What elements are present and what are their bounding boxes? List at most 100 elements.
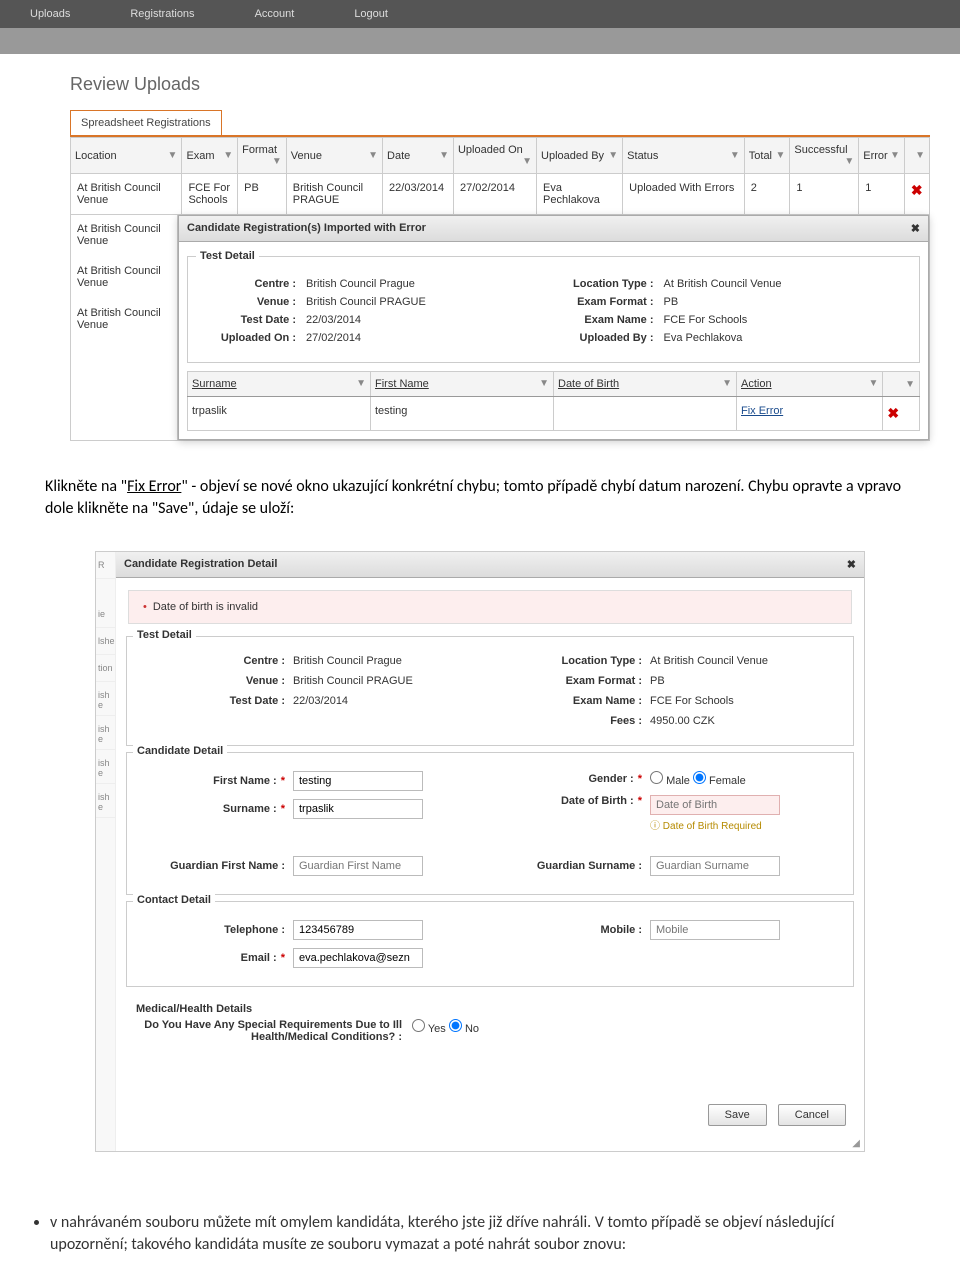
value-uploaded-on: 27/02/2014 <box>306 332 554 344</box>
label-uploaded-by: Uploaded By : <box>554 332 664 344</box>
filter-icon[interactable]: ▼ <box>730 150 740 161</box>
fieldset-test-detail: Test Detail <box>133 629 196 641</box>
label-centre: Centre : <box>196 278 306 290</box>
filter-icon[interactable]: ▼ <box>539 378 549 389</box>
label-surname: Surname : <box>223 803 277 815</box>
col-date[interactable]: Date▼ <box>383 138 454 174</box>
close-icon[interactable]: ✖ <box>847 558 856 571</box>
fieldset-contact-detail: Contact Detail <box>133 894 215 906</box>
table-row[interactable]: At British Council Venue At British Coun… <box>71 215 930 441</box>
col-location[interactable]: Location▼ <box>71 138 182 174</box>
filter-icon[interactable]: ▼ <box>223 150 233 161</box>
cancel-button[interactable]: Cancel <box>778 1104 846 1126</box>
cell-error: 1 <box>859 174 905 215</box>
fix-error-link[interactable]: Fix Error <box>741 405 783 417</box>
filter-icon[interactable]: ▼ <box>368 150 378 161</box>
email-input[interactable] <box>293 948 423 968</box>
col-format[interactable]: Format▼ <box>238 138 287 174</box>
value-exam-format: PB <box>650 675 665 687</box>
value-exam-name: FCE For Schools <box>664 314 912 326</box>
value-exam-name: FCE For Schools <box>650 695 734 707</box>
label-email: Email : <box>241 952 277 964</box>
filter-icon[interactable]: ▼ <box>890 150 900 161</box>
filter-icon[interactable]: ▼ <box>356 378 366 389</box>
label-exam-name: Exam Name : <box>554 314 664 326</box>
instruction-text: Klikněte na "Fix Error" - objeví se nové… <box>0 441 960 551</box>
cell-date: 22/03/2014 <box>383 174 454 215</box>
col-total[interactable]: Total▼ <box>744 138 790 174</box>
gender-female-radio[interactable] <box>693 771 706 784</box>
mobile-input[interactable] <box>650 920 780 940</box>
resize-grip-icon[interactable]: ◢ <box>116 1138 864 1151</box>
col-first-name[interactable]: First Name <box>375 378 429 390</box>
cell-location: At British Council Venue <box>77 223 171 247</box>
value-fees: 4950.00 CZK <box>650 715 715 727</box>
col-uploaded-by[interactable]: Uploaded By▼ <box>537 138 623 174</box>
tab-spreadsheet-registrations[interactable]: Spreadsheet Registrations <box>70 110 222 135</box>
col-uploaded-on[interactable]: Uploaded On▼ <box>453 138 536 174</box>
filter-icon[interactable]: ▼ <box>272 156 282 167</box>
cell-status: Uploaded With Errors <box>623 174 745 215</box>
fieldset-test-detail: Test Detail <box>196 250 259 262</box>
filter-icon[interactable]: ▼ <box>439 150 449 161</box>
close-icon[interactable]: ✖ <box>911 222 920 235</box>
uploads-grid: Location▼ Exam▼ Format▼ Venue▼ Date▼ Upl… <box>70 137 930 441</box>
filter-icon[interactable]: ▼ <box>905 379 915 390</box>
cell-dob <box>554 397 737 431</box>
label-medical-question: Do You Have Any Special Requirements Due… <box>132 1019 412 1043</box>
delete-icon[interactable]: ✖ <box>887 405 899 421</box>
medical-yes-radio[interactable] <box>412 1019 425 1032</box>
cell-total: 2 <box>744 174 790 215</box>
col-action[interactable]: Action <box>741 378 772 390</box>
filter-icon[interactable]: ▼ <box>915 150 925 161</box>
top-nav: Uploads Registrations Account Logout <box>0 0 960 28</box>
filter-icon[interactable]: ▼ <box>168 150 178 161</box>
col-surname[interactable]: Surname <box>192 378 237 390</box>
filter-icon[interactable]: ▼ <box>844 156 854 167</box>
cell-first-name: testing <box>371 397 554 431</box>
label-location-type: Location Type : <box>554 278 664 290</box>
col-action[interactable]: ▼ <box>904 138 929 174</box>
cell-uploaded-by: Eva Pechlakova <box>537 174 623 215</box>
modal-header: Candidate Registration(s) Imported with … <box>179 216 928 242</box>
save-button[interactable]: Save <box>708 1104 767 1126</box>
label-guardian-first: Guardian First Name : <box>133 860 293 872</box>
filter-icon[interactable]: ▼ <box>608 150 618 161</box>
col-status[interactable]: Status▼ <box>623 138 745 174</box>
label-test-date: Test Date : <box>133 695 293 707</box>
col-dob[interactable]: Date of Birth <box>558 378 619 390</box>
table-row[interactable]: trpaslik testing Fix Error ✖ <box>188 397 920 431</box>
table-row[interactable]: At British Council Venue FCE For Schools… <box>71 174 930 215</box>
filter-icon[interactable]: ▼ <box>868 378 878 389</box>
label-guardian-surname: Guardian Surname : <box>490 860 650 872</box>
value-location-type: At British Council Venue <box>664 278 912 290</box>
col-successful[interactable]: Successful▼ <box>790 138 859 174</box>
modal-title: Candidate Registration(s) Imported with … <box>187 222 426 235</box>
dob-input[interactable] <box>650 795 780 815</box>
col-exam[interactable]: Exam▼ <box>182 138 238 174</box>
filter-icon[interactable]: ▼ <box>722 378 732 389</box>
surname-input[interactable] <box>293 799 423 819</box>
value-venue: British Council PRAGUE <box>293 675 413 687</box>
telephone-input[interactable] <box>293 920 423 940</box>
nav-account[interactable]: Account <box>225 8 325 20</box>
filter-icon[interactable]: ▼ <box>522 156 532 167</box>
gender-male-radio[interactable] <box>650 771 663 784</box>
first-name-input[interactable] <box>293 771 423 791</box>
cell-exam: FCE For Schools <box>182 174 238 215</box>
filter-icon[interactable]: ▼ <box>775 150 785 161</box>
cell-venue: British Council PRAGUE <box>286 174 382 215</box>
col-venue[interactable]: Venue▼ <box>286 138 382 174</box>
medical-no-radio[interactable] <box>449 1019 462 1032</box>
nav-registrations[interactable]: Registrations <box>100 8 224 20</box>
col-error[interactable]: Error▼ <box>859 138 905 174</box>
nav-uploads[interactable]: Uploads <box>0 8 100 20</box>
nav-logout[interactable]: Logout <box>324 8 418 20</box>
value-location-type: At British Council Venue <box>650 655 768 667</box>
guardian-first-input[interactable] <box>293 856 423 876</box>
label-venue: Venue : <box>196 296 306 308</box>
fieldset-candidate-detail: Candidate Detail <box>133 745 227 757</box>
delete-icon[interactable]: ✖ <box>911 182 923 198</box>
guardian-surname-input[interactable] <box>650 856 780 876</box>
value-test-date: 22/03/2014 <box>293 695 348 707</box>
